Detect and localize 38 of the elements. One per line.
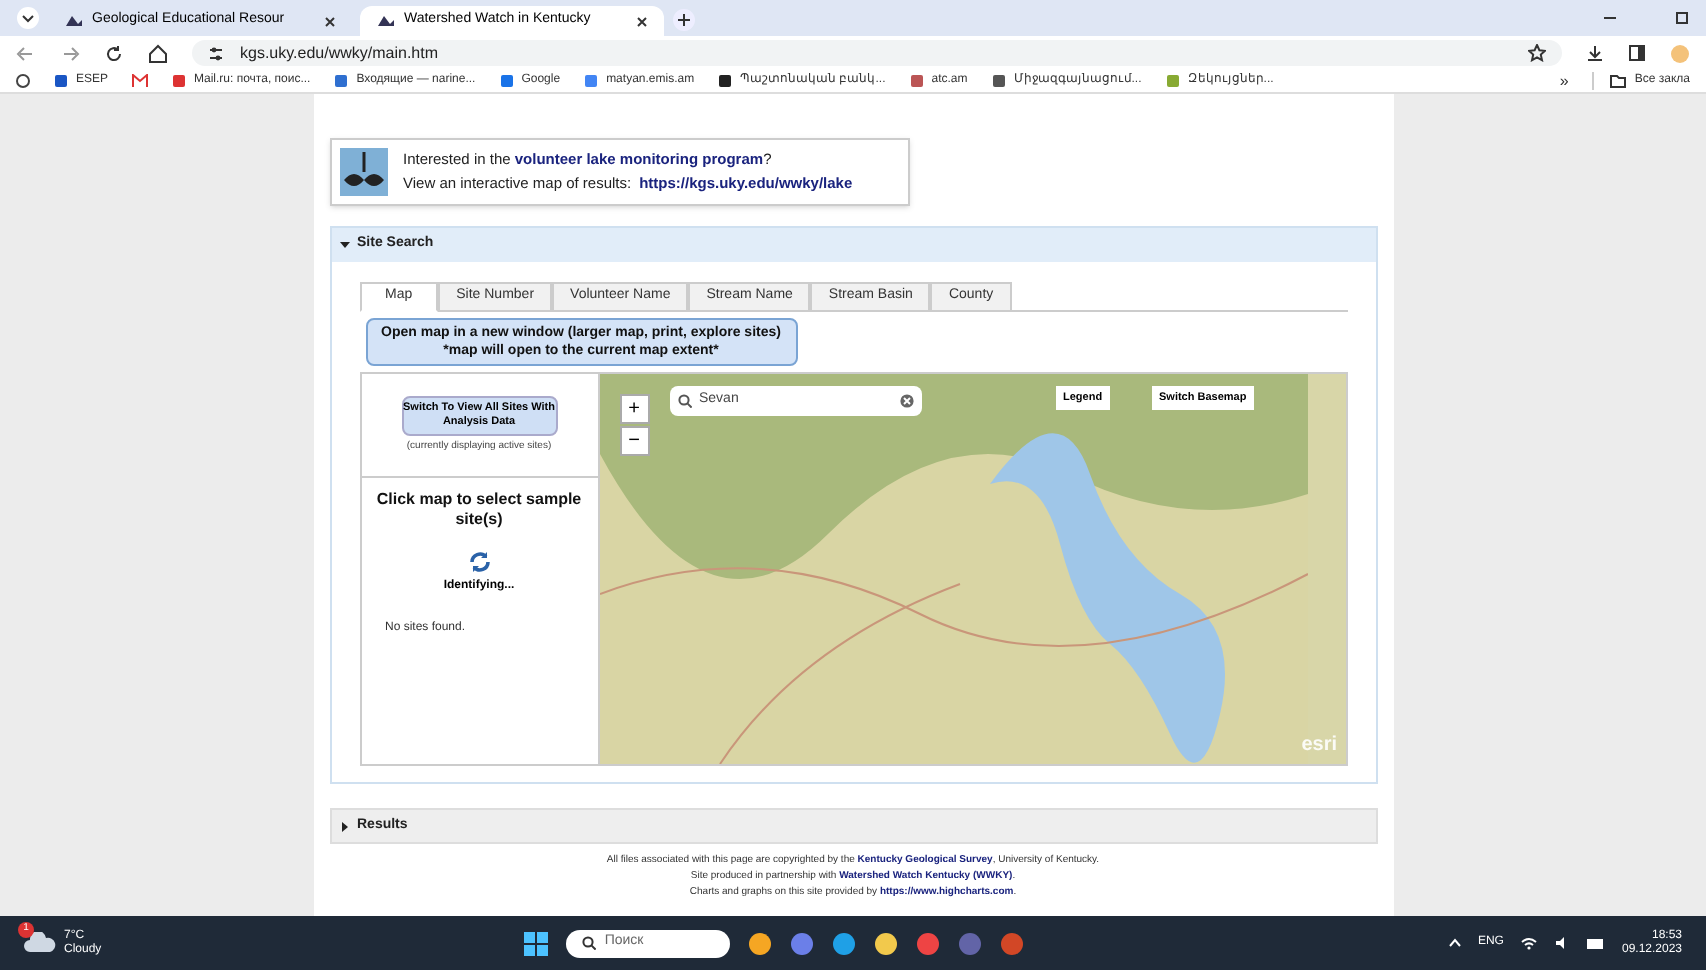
instruction-text: Click map to select sample site(s) [374,490,584,530]
search-icon [677,394,691,408]
battery-icon[interactable] [1585,937,1606,949]
cloud-icon[interactable] [24,932,56,954]
bookmark-icon[interactable] [991,74,1006,88]
bookmark-icon[interactable] [718,74,733,88]
more-bookmarks-button[interactable]: » [1559,69,1569,93]
star-icon[interactable] [1528,44,1546,62]
zoom-out-button[interactable]: − [619,426,649,456]
home-icon[interactable] [148,43,168,63]
side-panel-icon[interactable] [1628,44,1646,62]
new-tab-icon[interactable] [672,8,696,32]
lake-sampler-icon [339,148,387,196]
forward-icon[interactable] [60,43,80,63]
back-icon[interactable] [16,43,36,63]
site-info-icon [208,45,224,61]
search-icon [582,936,597,950]
download-icon[interactable] [1586,44,1604,62]
clear-icon[interactable] [899,394,913,408]
close-icon[interactable] [324,15,336,27]
mail-icon[interactable] [132,74,149,88]
tab-favicon-icon [376,14,396,28]
reload-icon[interactable] [104,43,124,63]
windows-icon[interactable] [524,931,549,955]
url-text: kgs.uky.edu/wwky/main.htm [240,41,438,65]
tab-list-icon[interactable] [16,6,40,30]
globe-icon[interactable] [16,74,30,88]
bookmark-icon[interactable] [54,74,68,88]
attribution-logo: esri [1301,732,1337,760]
zoom-in-button[interactable]: + [619,394,649,424]
address-bar[interactable]: kgs.uky.edu/wwky/main.htm [192,40,1562,66]
close-icon[interactable] [636,15,648,27]
speaker-icon[interactable] [1553,936,1570,950]
restore-icon[interactable] [1674,10,1690,26]
chevron-up-icon[interactable] [1447,938,1462,948]
wifi-icon[interactable] [1519,936,1538,950]
refresh-icon [467,550,491,574]
tab-favicon-icon [64,14,84,28]
